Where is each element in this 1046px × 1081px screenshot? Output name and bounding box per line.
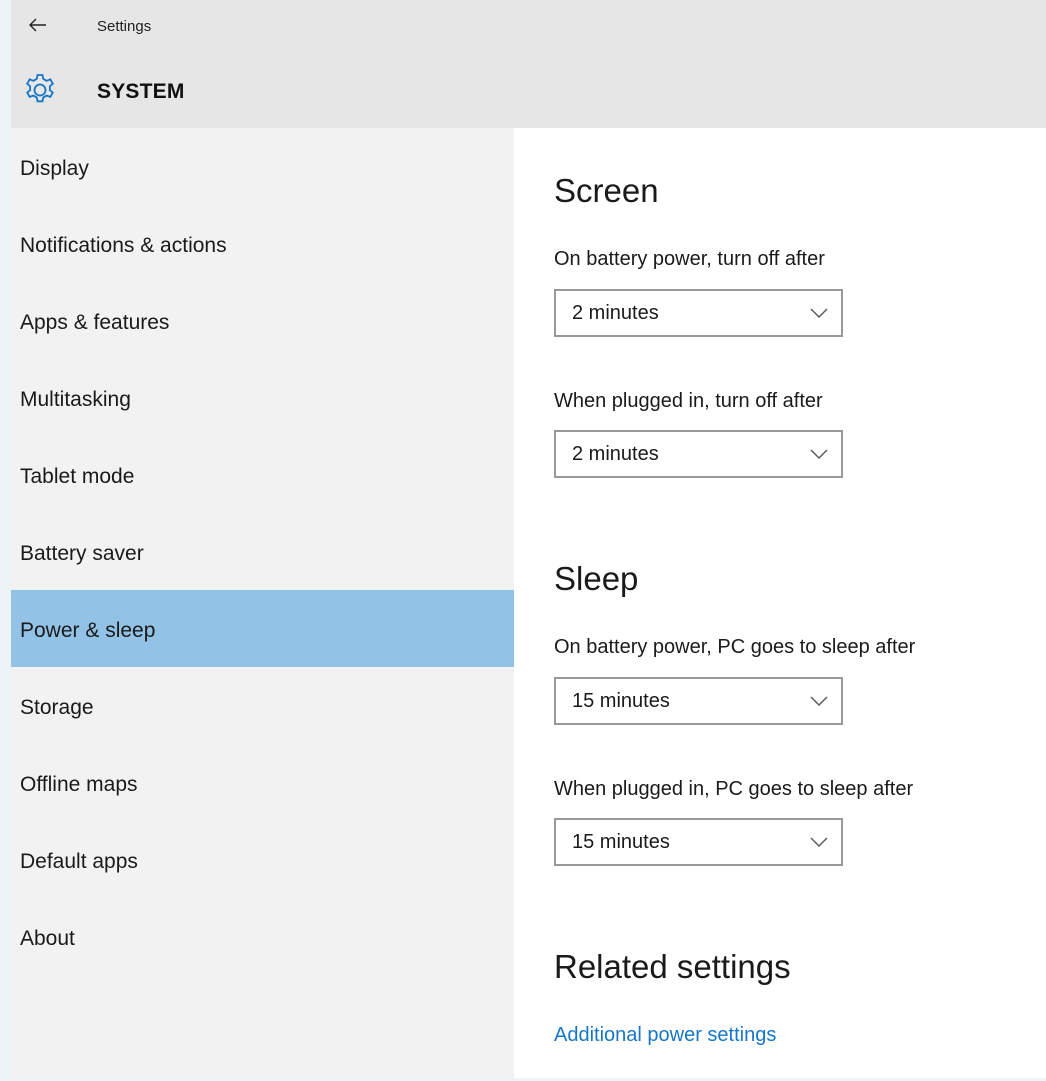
additional-power-settings-link[interactable]: Additional power settings [554, 1024, 776, 1047]
sleep-heading: Sleep [554, 560, 639, 597]
sidebar-item-label: Display [20, 157, 89, 180]
chevron-down-icon [810, 696, 828, 706]
sidebar-item-multitasking[interactable]: Multitasking [11, 359, 514, 436]
sidebar-item-label: Tablet mode [20, 465, 135, 488]
sidebar-item-label: Apps & features [20, 311, 170, 334]
sidebar-item-label: About [20, 927, 75, 950]
sidebar-item-about[interactable]: About [11, 898, 514, 975]
chevron-down-icon [810, 308, 828, 318]
screen-plugged-label: When plugged in, turn off after [554, 390, 823, 412]
sidebar-item-apps-features[interactable]: Apps & features [11, 282, 514, 359]
screen-battery-dropdown[interactable]: 2 minutes [554, 289, 843, 337]
sidebar-item-label: Offline maps [20, 773, 138, 796]
sleep-battery-dropdown[interactable]: 15 minutes [554, 677, 843, 725]
section-title: SYSTEM [97, 80, 185, 103]
chevron-down-icon [810, 449, 828, 459]
dropdown-value: 15 minutes [572, 831, 670, 853]
screen-battery-label: On battery power, turn off after [554, 248, 825, 270]
sleep-plugged-label: When plugged in, PC goes to sleep after [554, 778, 914, 800]
sidebar-item-label: Power & sleep [20, 619, 156, 642]
sidebar: Display Notifications & actions Apps & f… [11, 128, 514, 1078]
sidebar-item-power-sleep[interactable]: Power & sleep [11, 590, 514, 667]
chevron-down-icon [810, 837, 828, 847]
sidebar-item-label: Battery saver [20, 542, 144, 565]
back-arrow-icon [29, 18, 46, 32]
dropdown-value: 15 minutes [572, 690, 670, 712]
sidebar-item-default-apps[interactable]: Default apps [11, 821, 514, 898]
sidebar-item-label: Multitasking [20, 388, 131, 411]
sidebar-item-display[interactable]: Display [11, 128, 514, 205]
gear-icon [26, 74, 54, 103]
dropdown-value: 2 minutes [572, 302, 659, 324]
dropdown-value: 2 minutes [572, 443, 659, 465]
title-bar: Settings SYSTEM [11, 0, 1046, 128]
screen-heading: Screen [554, 172, 659, 209]
sidebar-item-label: Storage [20, 696, 94, 719]
sidebar-item-storage[interactable]: Storage [11, 667, 514, 744]
sidebar-item-tablet-mode[interactable]: Tablet mode [11, 436, 514, 513]
app-title: Settings [97, 18, 152, 35]
back-button[interactable] [25, 12, 51, 38]
related-settings-heading: Related settings [554, 948, 791, 985]
sleep-plugged-dropdown[interactable]: 15 minutes [554, 818, 843, 866]
sidebar-item-notifications-actions[interactable]: Notifications & actions [11, 205, 514, 282]
screen-plugged-dropdown[interactable]: 2 minutes [554, 430, 843, 478]
sidebar-item-battery-saver[interactable]: Battery saver [11, 513, 514, 590]
sleep-battery-label: On battery power, PC goes to sleep after [554, 636, 916, 658]
settings-window: Settings SYSTEM Display Notifications & … [11, 0, 1046, 1078]
content-pane: Screen On battery power, turn off after … [514, 128, 1046, 1078]
sidebar-item-label: Notifications & actions [20, 234, 227, 257]
sidebar-item-offline-maps[interactable]: Offline maps [11, 744, 514, 821]
sidebar-item-label: Default apps [20, 850, 138, 873]
